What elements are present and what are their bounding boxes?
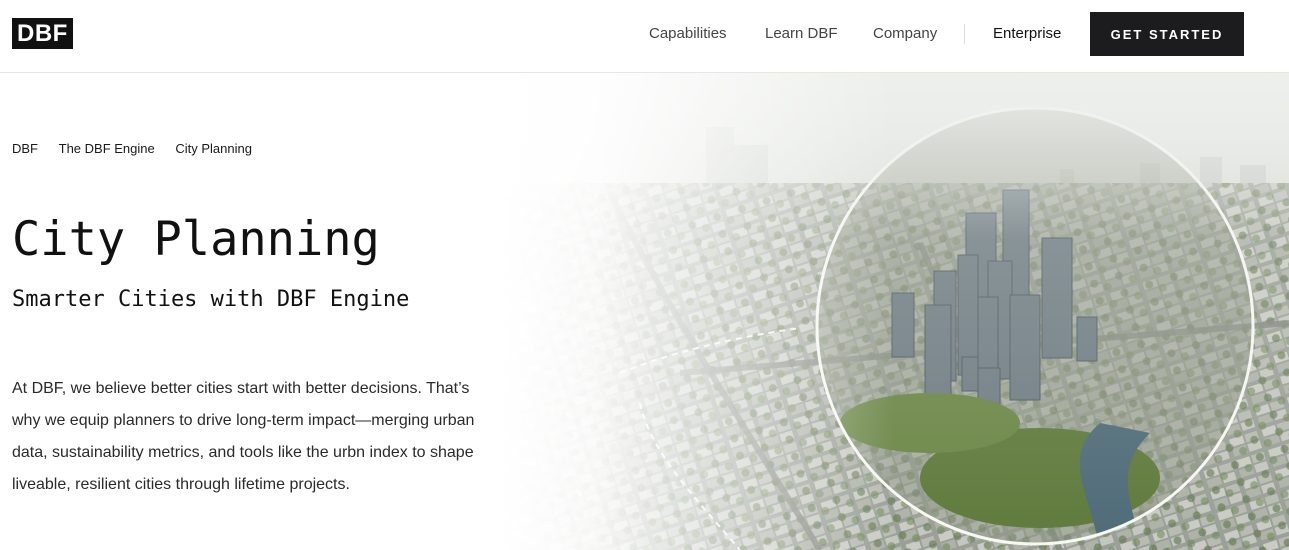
- breadcrumb-item-city-planning[interactable]: City Planning: [175, 141, 252, 156]
- site-header: DBF Capabilities Learn DBF Company Enter…: [0, 0, 1289, 73]
- dbf-logo[interactable]: DBF: [12, 18, 73, 49]
- nav-learn-dbf[interactable]: Learn DBF: [765, 25, 838, 42]
- get-started-button[interactable]: GET STARTED: [1090, 12, 1244, 56]
- page-title: City Planning: [12, 212, 380, 267]
- nav-capabilities[interactable]: Capabilities: [649, 25, 727, 42]
- nav-company[interactable]: Company: [873, 25, 937, 42]
- breadcrumb-item-dbf[interactable]: DBF: [12, 141, 38, 156]
- nav-enterprise[interactable]: Enterprise: [993, 25, 1061, 42]
- page-subtitle: Smarter Cities with DBF Engine: [12, 287, 410, 312]
- breadcrumb-item-dbf-engine[interactable]: The DBF Engine: [59, 141, 155, 156]
- intro-paragraph: At DBF, we believe better cities start w…: [12, 380, 475, 493]
- nav-divider: [964, 24, 965, 44]
- breadcrumb: DBF The DBF Engine City Planning: [12, 141, 269, 156]
- city-aerial-illustration: [500, 73, 1289, 550]
